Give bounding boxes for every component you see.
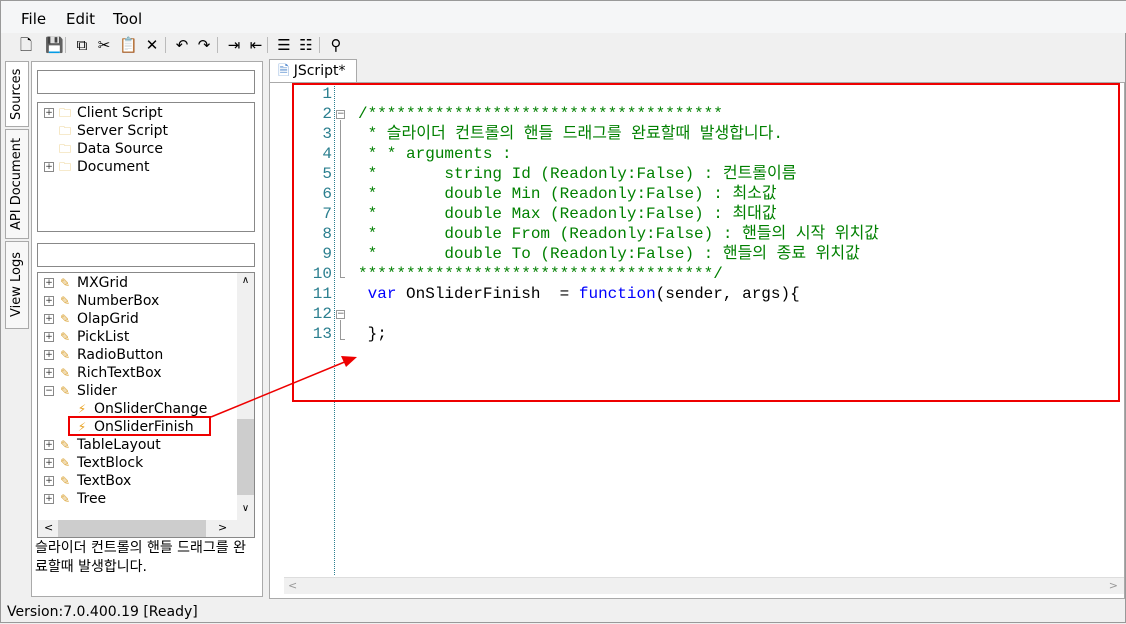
status-bar: Version:7.0.400.19 [Ready] <box>7 604 198 620</box>
annotation-arrow <box>210 356 357 418</box>
